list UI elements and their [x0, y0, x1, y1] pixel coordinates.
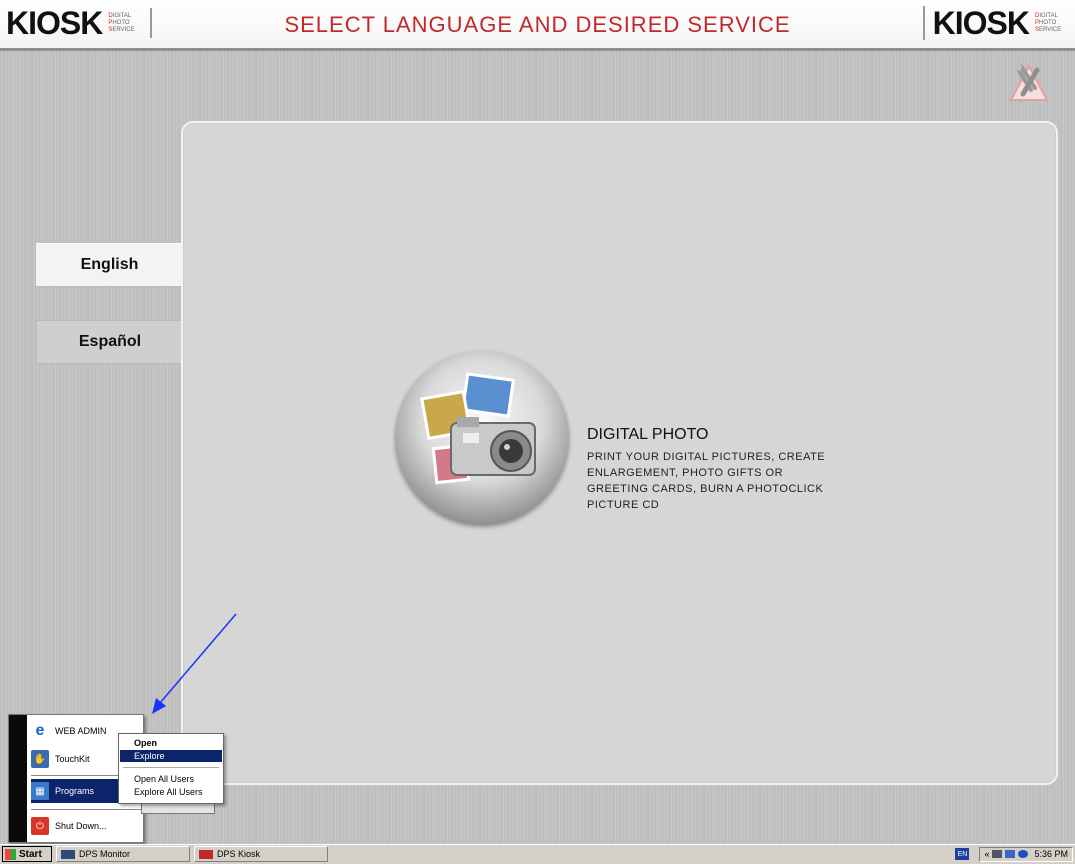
start-menu-separator [31, 809, 141, 810]
context-menu-separator [123, 767, 219, 768]
start-menu-item-shut-down[interactable]: ⏻ Shut Down... [31, 814, 141, 838]
logo-wordmark: KIOSK [932, 4, 1030, 41]
taskbar-item-dps-kiosk[interactable]: DPS Kiosk [194, 846, 328, 862]
windows-logo-icon [5, 848, 16, 860]
kiosk-icon [199, 849, 213, 859]
taskbar: Start DPS Monitor DPS Kiosk EN « 5:36 PM [0, 844, 1075, 864]
context-menu-open[interactable]: Open [120, 737, 222, 749]
monitor-icon [61, 849, 75, 859]
context-menu-explore[interactable]: Explore [120, 750, 222, 762]
digital-photo-service-button[interactable] [395, 351, 569, 525]
logo-subtitle: DIGITAL PHOTO SERVICE [1035, 12, 1062, 33]
language-english-button[interactable]: English [36, 243, 183, 287]
header-bar: KIOSK DIGITAL PHOTO SERVICE SELECT LANGU… [0, 0, 1075, 51]
service-description: PRINT YOUR DIGITAL PICTURES, CREATE ENLA… [587, 451, 826, 511]
language-indicator[interactable]: EN [955, 848, 970, 860]
start-button[interactable]: Start [2, 846, 52, 862]
service-title: DIGITAL PHOTO [587, 426, 709, 443]
admin-tools-icon[interactable] [1007, 60, 1051, 102]
clock[interactable]: 5:36 PM [1034, 849, 1068, 859]
context-menu-open-all-users[interactable]: Open All Users [120, 773, 222, 785]
programs-icon: ▦ [31, 782, 49, 800]
touchkit-icon: ✋ [31, 750, 49, 768]
start-menu-banner [9, 715, 27, 842]
annotation-arrow-icon [152, 613, 237, 714]
page-title: SELECT LANGUAGE AND DESIRED SERVICE [284, 12, 791, 37]
shutdown-icon: ⏻ [31, 817, 49, 835]
context-menu-explore-all-users[interactable]: Explore All Users [120, 786, 222, 798]
language-espanol-button[interactable]: Español [36, 320, 183, 364]
notification-area: « 5:36 PM [979, 846, 1073, 862]
context-menu: Open Explore Open All Users Explore All … [118, 733, 224, 804]
system-tray: EN « 5:36 PM [955, 846, 1073, 862]
network-icon[interactable] [992, 850, 1003, 858]
bluetooth-icon[interactable] [1018, 850, 1029, 858]
digital-camera-icon [420, 372, 536, 485]
kiosk-logo-right: KIOSK DIGITAL PHOTO SERVICE [922, 4, 1071, 41]
volume-icon[interactable] [1005, 850, 1016, 858]
show-hidden-icons-icon[interactable]: « [984, 849, 989, 859]
taskbar-item-dps-monitor[interactable]: DPS Monitor [56, 846, 190, 862]
internet-explorer-icon: e [35, 722, 45, 739]
